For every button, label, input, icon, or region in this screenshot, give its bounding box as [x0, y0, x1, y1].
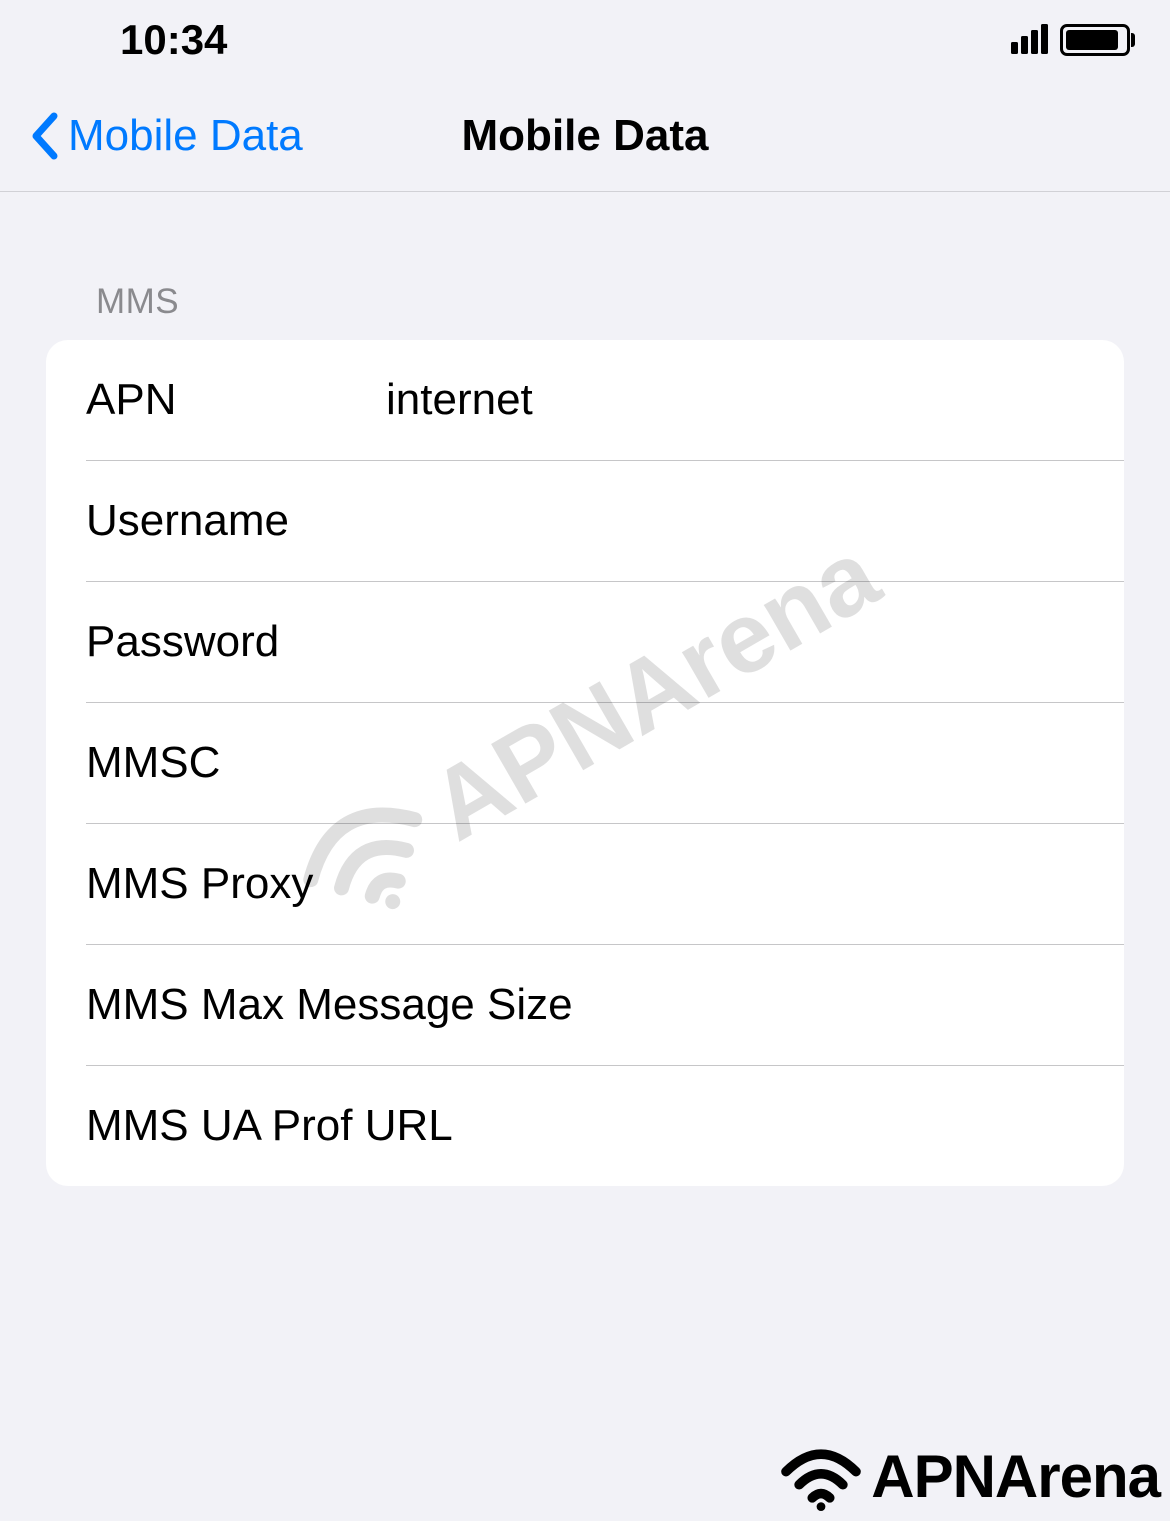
chevron-left-icon	[30, 112, 58, 160]
apn-row[interactable]: APN internet	[46, 340, 1124, 460]
content-area: MMS APN internet Username Password MMSC …	[0, 192, 1170, 1186]
mms-proxy-label: MMS Proxy	[86, 859, 386, 909]
navigation-bar: Mobile Data Mobile Data	[0, 80, 1170, 192]
username-row[interactable]: Username	[46, 461, 1124, 581]
username-label: Username	[86, 496, 386, 546]
back-label: Mobile Data	[68, 111, 303, 161]
mms-proxy-row[interactable]: MMS Proxy	[46, 824, 1124, 944]
back-button[interactable]: Mobile Data	[30, 111, 303, 161]
mms-max-row[interactable]: MMS Max Message Size	[46, 945, 1124, 1065]
mms-ua-row[interactable]: MMS UA Prof URL	[46, 1066, 1124, 1186]
apn-value[interactable]: internet	[386, 375, 1124, 425]
password-row[interactable]: Password	[46, 582, 1124, 702]
mms-max-label: MMS Max Message Size	[86, 980, 1124, 1030]
watermark-bottom-text: APNArena	[871, 1442, 1160, 1511]
status-time: 10:34	[120, 16, 227, 64]
cellular-signal-icon	[1011, 26, 1048, 54]
battery-icon	[1060, 24, 1130, 56]
mms-settings-group: APN internet Username Password MMSC MMS …	[46, 340, 1124, 1186]
wifi-icon	[776, 1441, 866, 1511]
apn-label: APN	[86, 375, 386, 425]
watermark-bottom: APNArena	[776, 1441, 1160, 1511]
mmsc-row[interactable]: MMSC	[46, 703, 1124, 823]
mmsc-label: MMSC	[86, 738, 386, 788]
password-label: Password	[86, 617, 386, 667]
mms-ua-label: MMS UA Prof URL	[86, 1101, 1124, 1151]
status-bar: 10:34	[0, 0, 1170, 80]
status-right	[1011, 24, 1130, 56]
section-header-mms: MMS	[46, 282, 1124, 340]
